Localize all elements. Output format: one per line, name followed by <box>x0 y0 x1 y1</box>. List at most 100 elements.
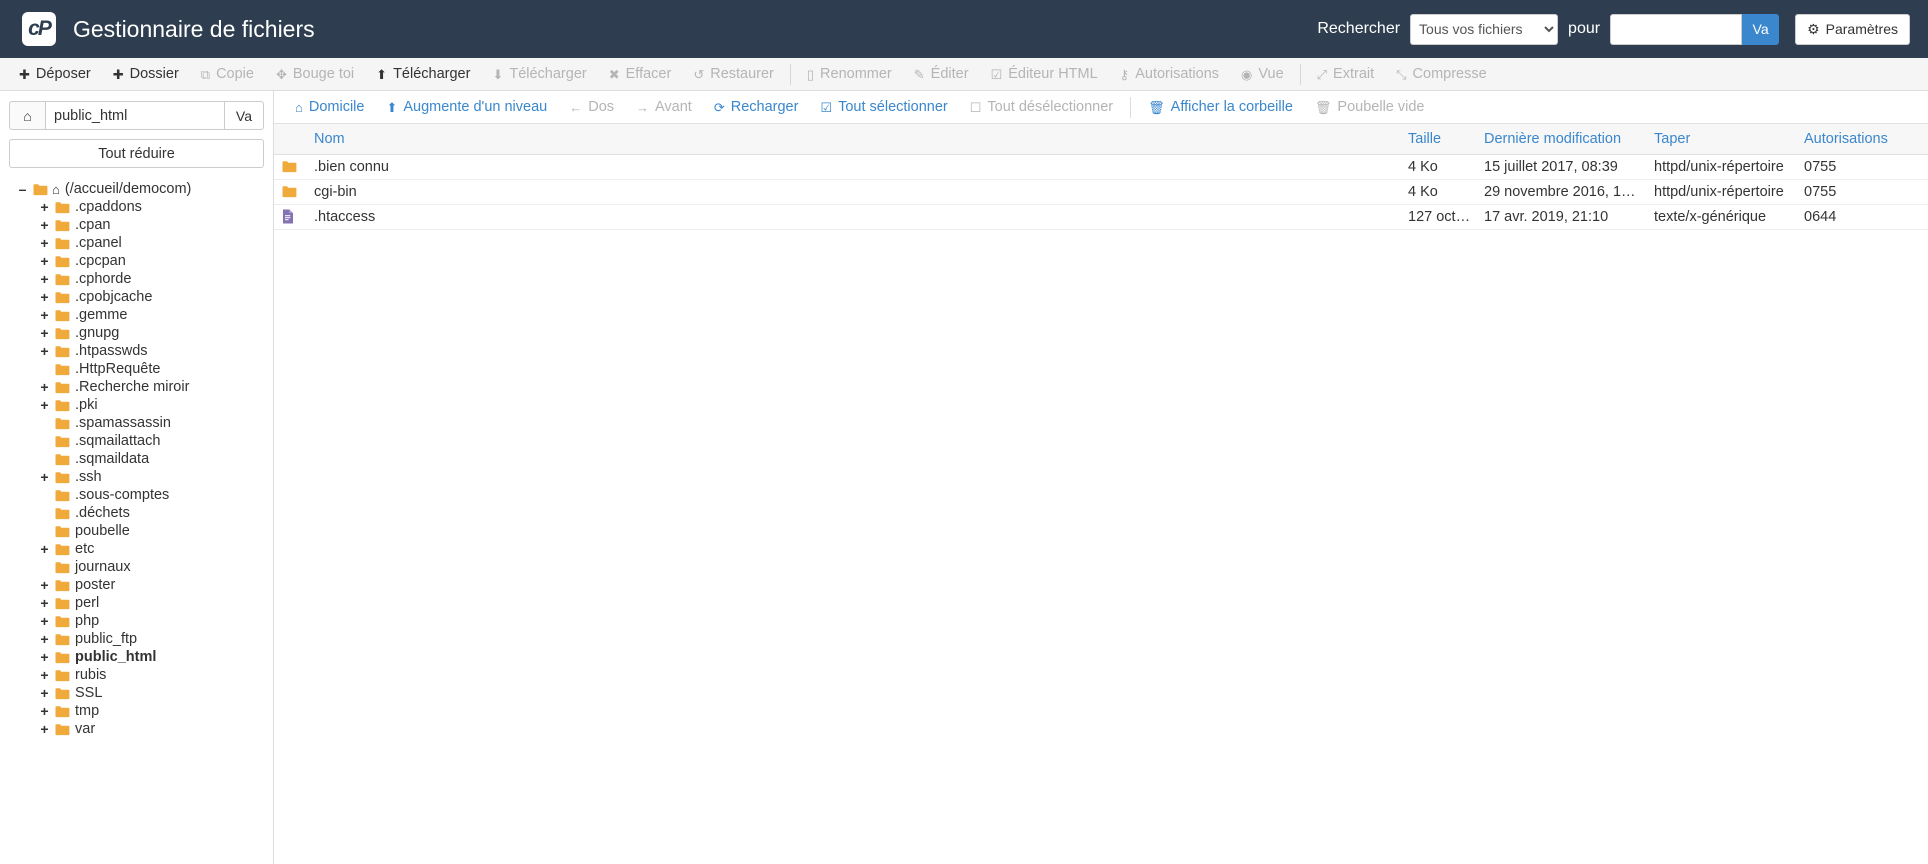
expand-toggle-icon[interactable]: + <box>39 668 50 682</box>
search-scope-select[interactable]: Tous vos fichiers <box>1410 13 1559 45</box>
extract-icon: ⤢ <box>1316 66 1328 82</box>
tree-item--d-chets[interactable]: .déchets <box>9 504 264 522</box>
toolbar-action-dossier[interactable]: ✚ Dossier <box>102 58 190 91</box>
tree-item--sqmaildata[interactable]: .sqmaildata <box>9 450 264 468</box>
path-go-button[interactable]: Va <box>223 101 264 130</box>
expand-toggle-icon[interactable]: + <box>39 704 50 718</box>
expand-toggle-icon[interactable]: + <box>39 344 50 358</box>
toolbar-action-bouge-toi: ✥ Bouge toi <box>265 58 365 91</box>
tree-item-poster[interactable]: + poster <box>9 576 264 594</box>
tree-item-journaux[interactable]: journaux <box>9 558 264 576</box>
tree-item--cpanel[interactable]: + .cpanel <box>9 234 264 252</box>
tree-item--sqmailattach[interactable]: .sqmailattach <box>9 432 264 450</box>
nav-tout-s-lectionner[interactable]: ☑ Tout sélectionner <box>809 91 958 124</box>
back-arrow-icon: ← <box>569 99 583 115</box>
tree-item-var[interactable]: + var <box>9 720 264 738</box>
empty-box-icon: ☐ <box>969 99 982 115</box>
expand-toggle-icon[interactable]: + <box>39 632 50 646</box>
expand-toggle-icon[interactable]: + <box>39 236 50 250</box>
tree-item-perl[interactable]: + perl <box>9 594 264 612</box>
folder-icon <box>55 381 70 393</box>
tree-item--recherche-miroir[interactable]: + .Recherche miroir <box>9 378 264 396</box>
tree-item-tmp[interactable]: + tmp <box>9 702 264 720</box>
expand-toggle-icon[interactable]: + <box>39 650 50 664</box>
expand-toggle-icon[interactable]: + <box>39 470 50 484</box>
tree-item-label: .cpaddons <box>75 198 142 215</box>
folder-icon <box>55 669 70 682</box>
column-header-size[interactable]: Taille <box>1402 124 1478 155</box>
path-home-icon[interactable]: ⌂ <box>9 101 45 130</box>
expand-toggle-icon[interactable]: + <box>39 308 50 322</box>
folder-icon <box>55 399 70 412</box>
tree-item--cpaddons[interactable]: + .cpaddons <box>9 198 264 216</box>
nav-afficher-la-corbeille[interactable]: 🗑 Afficher la corbeille <box>1137 91 1304 124</box>
toolbar-action-t-l-charger[interactable]: ⬆ Télécharger <box>365 58 481 91</box>
tree-item--httprequ-te[interactable]: .HttpRequête <box>9 360 264 378</box>
expand-toggle-icon[interactable]: + <box>39 614 50 628</box>
tree-item--spamassassin[interactable]: .spamassassin <box>9 414 264 432</box>
expand-toggle-icon[interactable]: + <box>39 218 50 232</box>
toolbar-action-label: Télécharger <box>509 66 587 82</box>
collapse-toggle-icon[interactable]: – <box>17 182 28 196</box>
tree-item--accueil-democom-[interactable]: – ⌂ (/accueil/democom) <box>9 180 264 198</box>
column-header-permissions[interactable]: Autorisations <box>1798 124 1928 155</box>
tree-item-etc[interactable]: + etc <box>9 540 264 558</box>
expand-toggle-icon[interactable]: + <box>39 254 50 268</box>
tree-item--ssh[interactable]: + .ssh <box>9 468 264 486</box>
search-input[interactable] <box>1610 13 1743 45</box>
column-header-name[interactable]: Nom <box>308 124 1402 155</box>
tree-item-rubis[interactable]: + rubis <box>9 666 264 684</box>
expand-toggle-icon[interactable]: + <box>39 380 50 394</box>
expand-toggle-icon[interactable]: + <box>39 200 50 214</box>
page-title: Gestionnaire de fichiers <box>73 15 315 42</box>
folder-icon <box>55 633 70 646</box>
tree-item-label: .spamassassin <box>75 414 171 431</box>
tree-item--gemme[interactable]: + .gemme <box>9 306 264 324</box>
tree-item-public-ftp[interactable]: + public_ftp <box>9 630 264 648</box>
file-text-icon <box>283 209 293 224</box>
folder-icon <box>55 363 70 375</box>
folder-icon <box>55 615 70 628</box>
folder-icon <box>55 651 70 663</box>
tree-item-public-html[interactable]: + public_html <box>9 648 264 666</box>
folder-icon <box>55 633 70 645</box>
expand-toggle-icon[interactable]: + <box>39 326 50 340</box>
nav-augmente-d-un-niveau[interactable]: ⬆ Augmente d'un niveau <box>375 91 558 124</box>
tree-item--gnupg[interactable]: + .gnupg <box>9 324 264 342</box>
toolbar-action-d-poser[interactable]: ✚ Déposer <box>8 58 102 91</box>
file-table-header-row: Nom Taille Dernière modification Taper A… <box>274 124 1928 155</box>
expand-toggle-icon[interactable]: + <box>39 578 50 592</box>
expand-toggle-icon[interactable]: + <box>39 398 50 412</box>
settings-button[interactable]: ⚙ Paramètres <box>1795 13 1910 45</box>
expand-toggle-icon[interactable]: + <box>39 542 50 556</box>
expand-toggle-icon[interactable]: + <box>39 272 50 286</box>
table-row[interactable]: cgi-bin 4 Ko 29 novembre 2016, 18:35 httpd/… <box>274 179 1928 205</box>
tree-item-label: .htpasswds <box>75 342 148 359</box>
nav-recharger[interactable]: ⟳ Recharger <box>703 91 810 124</box>
tree-item-ssl[interactable]: + SSL <box>9 684 264 702</box>
tree-item--cpobjcache[interactable]: + .cpobjcache <box>9 288 264 306</box>
tree-item--sous-comptes[interactable]: .sous-comptes <box>9 486 264 504</box>
column-header-type[interactable]: Taper <box>1648 124 1798 155</box>
expand-toggle-icon[interactable]: + <box>39 596 50 610</box>
path-input[interactable] <box>45 101 224 130</box>
nav-domicile[interactable]: ⌂ Domicile <box>284 91 375 124</box>
nav-dos: ← Dos <box>558 91 625 124</box>
expand-toggle-icon[interactable]: + <box>39 290 50 304</box>
folder-icon <box>55 363 70 376</box>
tree-item--cpan[interactable]: + .cpan <box>9 216 264 234</box>
tree-item--pki[interactable]: + .pki <box>9 396 264 414</box>
tree-item--cphorde[interactable]: + .cphorde <box>9 270 264 288</box>
expand-toggle-icon[interactable]: + <box>39 686 50 700</box>
collapse-all-button[interactable]: Tout réduire <box>9 139 264 168</box>
tree-item-php[interactable]: + php <box>9 612 264 630</box>
tree-item--htpasswds[interactable]: + .htpasswds <box>9 342 264 360</box>
table-row[interactable]: .bien connu 4 Ko 15 juillet 2017, 08:39 htt… <box>274 154 1928 180</box>
search-go-button[interactable]: Va <box>1742 13 1780 45</box>
column-header-modified[interactable]: Dernière modification <box>1478 124 1648 155</box>
expand-toggle-icon[interactable]: + <box>39 722 50 736</box>
tree-item-poubelle[interactable]: poubelle <box>9 522 264 540</box>
table-row[interactable]: .htaccess 127 octets 17 avr. 2019, 21:10 te… <box>274 204 1928 230</box>
tree-item--cpcpan[interactable]: + .cpcpan <box>9 252 264 270</box>
folder-icon <box>55 723 70 736</box>
